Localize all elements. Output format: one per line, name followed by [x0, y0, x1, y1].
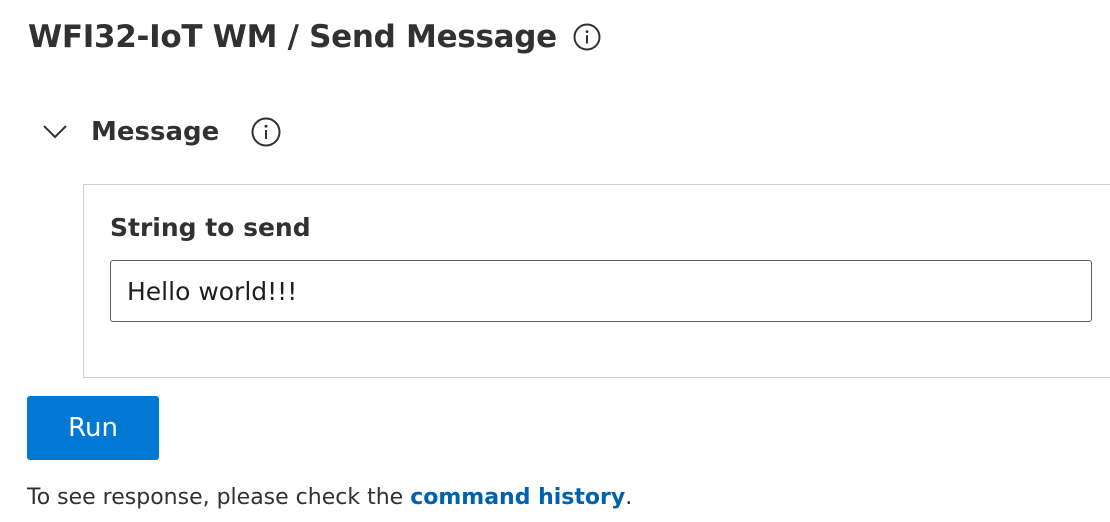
hint-suffix: .	[625, 485, 633, 510]
chevron-down-icon[interactable]	[40, 117, 70, 147]
command-history-link[interactable]: command history	[410, 485, 625, 510]
section-title: Message	[91, 117, 220, 147]
message-section-header[interactable]: Message	[40, 110, 281, 154]
info-circle-icon[interactable]	[251, 117, 281, 147]
string-to-send-label: String to send	[110, 213, 311, 242]
run-button[interactable]: Run	[27, 396, 159, 460]
info-circle-icon[interactable]	[573, 23, 601, 51]
hint-prefix: To see response, please check the	[27, 485, 411, 510]
page-title-text: WFI32-IoT WM / Send Message	[28, 19, 557, 55]
string-to-send-input[interactable]	[110, 260, 1092, 322]
message-panel: String to send	[83, 184, 1110, 378]
response-hint: To see response, please check the comman…	[27, 481, 632, 515]
page-title: WFI32-IoT WM / Send Message	[28, 14, 601, 60]
